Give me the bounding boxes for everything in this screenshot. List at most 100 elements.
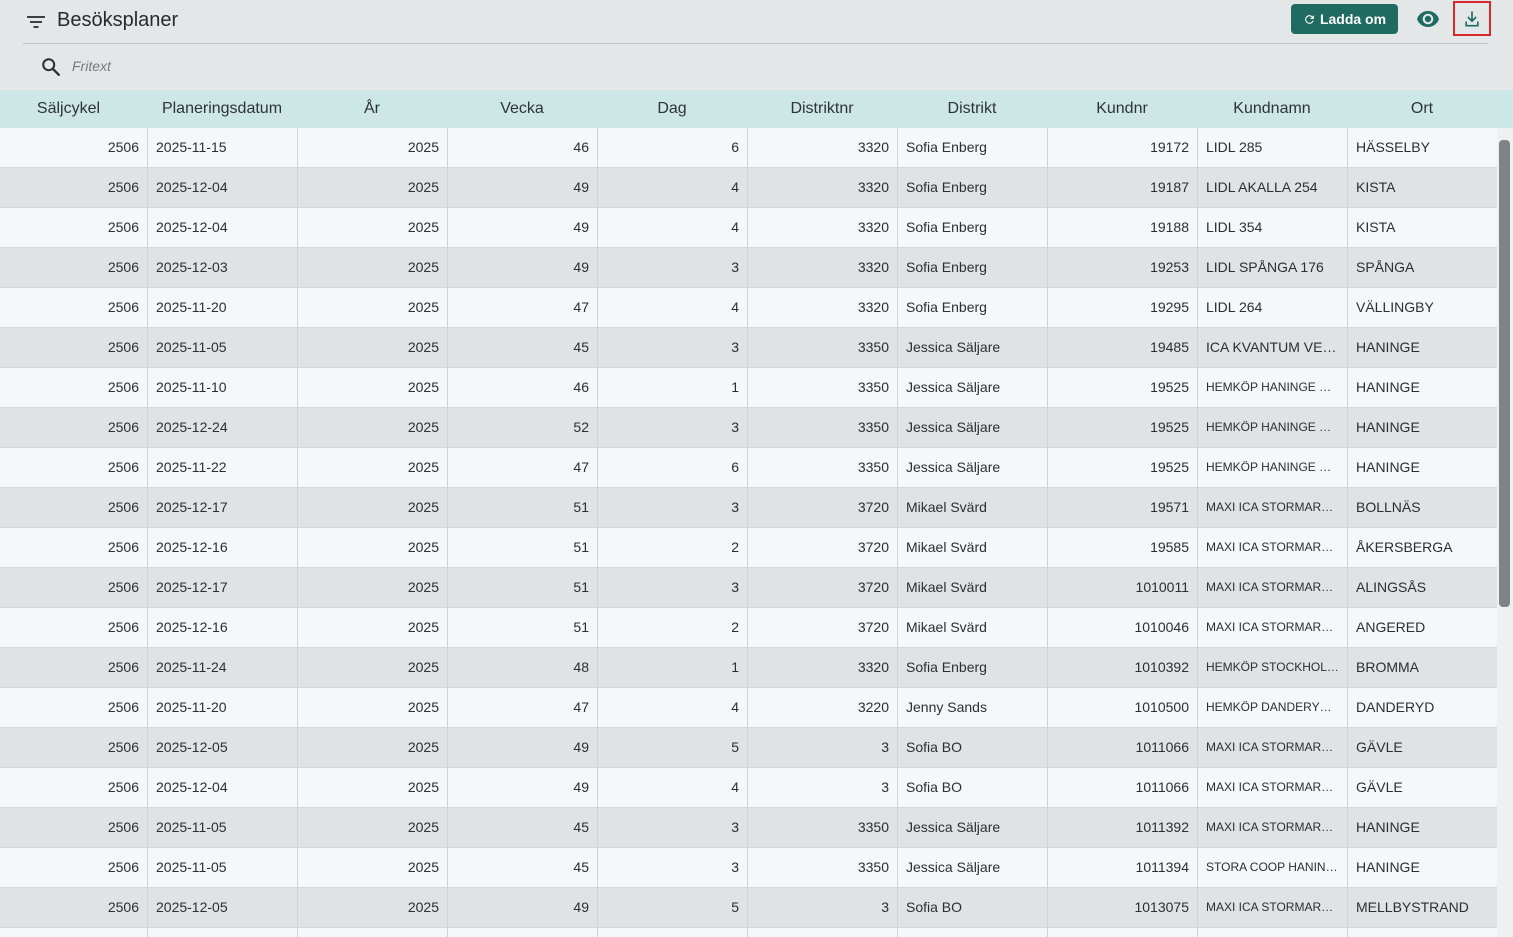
table-cell[interactable]: 2506 <box>0 288 148 327</box>
table-cell[interactable]: 3720 <box>748 528 898 567</box>
table-row[interactable]: 2506 2025-12-04 2025 49 4 3 Sofia BO 1011066 MAX… <box>0 768 1498 808</box>
table-cell[interactable]: Sofia Enberg <box>898 648 1048 687</box>
table-cell[interactable]: 47 <box>448 448 598 487</box>
table-cell[interactable]: 45 <box>448 808 598 847</box>
table-cell[interactable]: 3 <box>598 808 748 847</box>
table-cell[interactable]: STORA COOP HANING... <box>1198 848 1348 887</box>
table-cell[interactable]: 2025 <box>298 888 448 927</box>
table-cell[interactable]: Jessica Säljare <box>898 448 1048 487</box>
table-cell[interactable]: HANINGE <box>1348 408 1498 447</box>
table-cell[interactable]: 2025 <box>298 128 448 167</box>
table-cell[interactable]: HEMKÖP HANINGE VE... <box>1198 408 1348 447</box>
table-cell[interactable]: 3320 <box>748 648 898 687</box>
table-cell[interactable]: Mikael Svärd <box>898 528 1048 567</box>
table-cell[interactable]: 49 <box>448 208 598 247</box>
table-cell[interactable]: HEMKÖP HANINGE VE... <box>1198 368 1348 407</box>
table-cell[interactable]: HANINGE <box>1348 808 1498 847</box>
table-cell[interactable] <box>1048 928 1198 937</box>
table-cell[interactable]: 2025-12-24 <box>148 408 298 447</box>
table-cell[interactable]: 2506 <box>0 848 148 887</box>
table-cell[interactable]: 1011066 <box>1048 728 1198 767</box>
table-cell[interactable]: 2506 <box>0 888 148 927</box>
table-cell[interactable]: 2506 <box>0 488 148 527</box>
table-cell[interactable]: HEMKÖP STOCKHOLM... <box>1198 648 1348 687</box>
table-cell[interactable]: 2025 <box>298 168 448 207</box>
table-cell[interactable]: 3720 <box>748 488 898 527</box>
table-cell[interactable]: Sofia BO <box>898 728 1048 767</box>
table-cell[interactable]: 4 <box>598 768 748 807</box>
table-cell[interactable]: BOLLNÄS <box>1348 488 1498 527</box>
table-cell[interactable]: 2025-12-05 <box>148 728 298 767</box>
table-cell[interactable]: ALINGSÅS <box>1348 568 1498 607</box>
column-header-vecka[interactable]: Vecka <box>447 100 597 118</box>
table-cell[interactable]: 51 <box>448 608 598 647</box>
table-cell[interactable]: 2506 <box>0 648 148 687</box>
table-row[interactable]: 2506 2025-12-16 2025 51 2 3720 Mikael Svärd 195… <box>0 528 1498 568</box>
column-header-distriktnr[interactable]: Distriktnr <box>747 100 897 118</box>
table-cell[interactable]: 1010011 <box>1048 568 1198 607</box>
table-cell[interactable]: 2025-11-20 <box>148 688 298 727</box>
column-header-distrikt[interactable]: Distrikt <box>897 100 1047 118</box>
table-cell[interactable]: 3 <box>748 768 898 807</box>
table-cell[interactable]: 3320 <box>748 248 898 287</box>
table-cell[interactable]: 2025-12-04 <box>148 168 298 207</box>
table-cell[interactable]: 2025-12-03 <box>148 248 298 287</box>
table-cell[interactable]: 2025-11-10 <box>148 368 298 407</box>
table-cell[interactable]: 2 <box>598 528 748 567</box>
table-cell[interactable]: 2025 <box>298 208 448 247</box>
table-cell[interactable]: 5 <box>598 728 748 767</box>
column-header-ort[interactable]: Ort <box>1347 100 1497 118</box>
table-cell[interactable]: 46 <box>448 368 598 407</box>
table-cell[interactable]: 5 <box>598 888 748 927</box>
table-cell[interactable]: 2025 <box>298 848 448 887</box>
table-cell[interactable] <box>148 928 298 937</box>
table-cell[interactable]: 51 <box>448 528 598 567</box>
table-row[interactable]: 2506 2025-12-16 2025 51 2 3720 Mikael Svärd 101… <box>0 608 1498 648</box>
table-cell[interactable]: 3 <box>598 488 748 527</box>
table-cell[interactable]: 1010046 <box>1048 608 1198 647</box>
table-cell[interactable]: 2025-12-16 <box>148 528 298 567</box>
table-cell[interactable]: 2506 <box>0 528 148 567</box>
table-cell[interactable]: 19253 <box>1048 248 1198 287</box>
table-cell[interactable]: 3 <box>598 568 748 607</box>
table-cell[interactable]: HANINGE <box>1348 448 1498 487</box>
table-cell[interactable]: 2506 <box>0 408 148 447</box>
table-cell[interactable]: 1013075 <box>1048 888 1198 927</box>
table-cell[interactable]: LIDL 264 <box>1198 288 1348 327</box>
table-cell[interactable]: HEMKÖP DANDERYD ... <box>1198 688 1348 727</box>
table-cell[interactable]: 3 <box>598 408 748 447</box>
table-cell[interactable]: 19187 <box>1048 168 1198 207</box>
table-cell[interactable]: Jenny Sands <box>898 688 1048 727</box>
table-cell[interactable]: 2506 <box>0 128 148 167</box>
table-cell[interactable]: 47 <box>448 688 598 727</box>
table-cell[interactable]: 19485 <box>1048 328 1198 367</box>
table-cell[interactable]: 45 <box>448 328 598 367</box>
download-button[interactable] <box>1453 1 1491 36</box>
table-cell[interactable]: 2025 <box>298 648 448 687</box>
table-cell[interactable]: MAXI ICA STORMARK... <box>1198 488 1348 527</box>
table-cell[interactable]: 19525 <box>1048 368 1198 407</box>
table-cell[interactable]: Sofia Enberg <box>898 288 1048 327</box>
table-cell[interactable]: 3350 <box>748 808 898 847</box>
table-cell[interactable]: LIDL SPÅNGA 176 <box>1198 248 1348 287</box>
table-cell[interactable]: 51 <box>448 568 598 607</box>
table-row[interactable]: 2506 2025-11-24 2025 48 1 3320 Sofia Enberg 101… <box>0 648 1498 688</box>
table-cell[interactable]: 2025 <box>298 768 448 807</box>
table-cell[interactable]: 51 <box>448 488 598 527</box>
table-cell[interactable]: 2025-12-04 <box>148 208 298 247</box>
table-cell[interactable]: 2506 <box>0 448 148 487</box>
table-cell[interactable]: 4 <box>598 208 748 247</box>
table-cell[interactable]: Sofia Enberg <box>898 208 1048 247</box>
table-cell[interactable]: 2025 <box>298 368 448 407</box>
table-cell[interactable]: 2506 <box>0 328 148 367</box>
table-cell[interactable]: MAXI ICA STORMARK... <box>1198 568 1348 607</box>
table-cell[interactable]: Jessica Säljare <box>898 848 1048 887</box>
table-cell[interactable]: 2506 <box>0 168 148 207</box>
table-cell[interactable]: 2025-11-15 <box>148 128 298 167</box>
table-cell[interactable]: 3 <box>748 728 898 767</box>
table-cell[interactable]: 2025-11-05 <box>148 848 298 887</box>
table-cell[interactable] <box>898 928 1048 937</box>
table-cell[interactable]: 3350 <box>748 448 898 487</box>
table-cell[interactable]: MELLBYSTRAND <box>1348 888 1498 927</box>
table-row[interactable]: 2506 2025-12-04 2025 49 4 3320 Sofia Enberg 191… <box>0 208 1498 248</box>
